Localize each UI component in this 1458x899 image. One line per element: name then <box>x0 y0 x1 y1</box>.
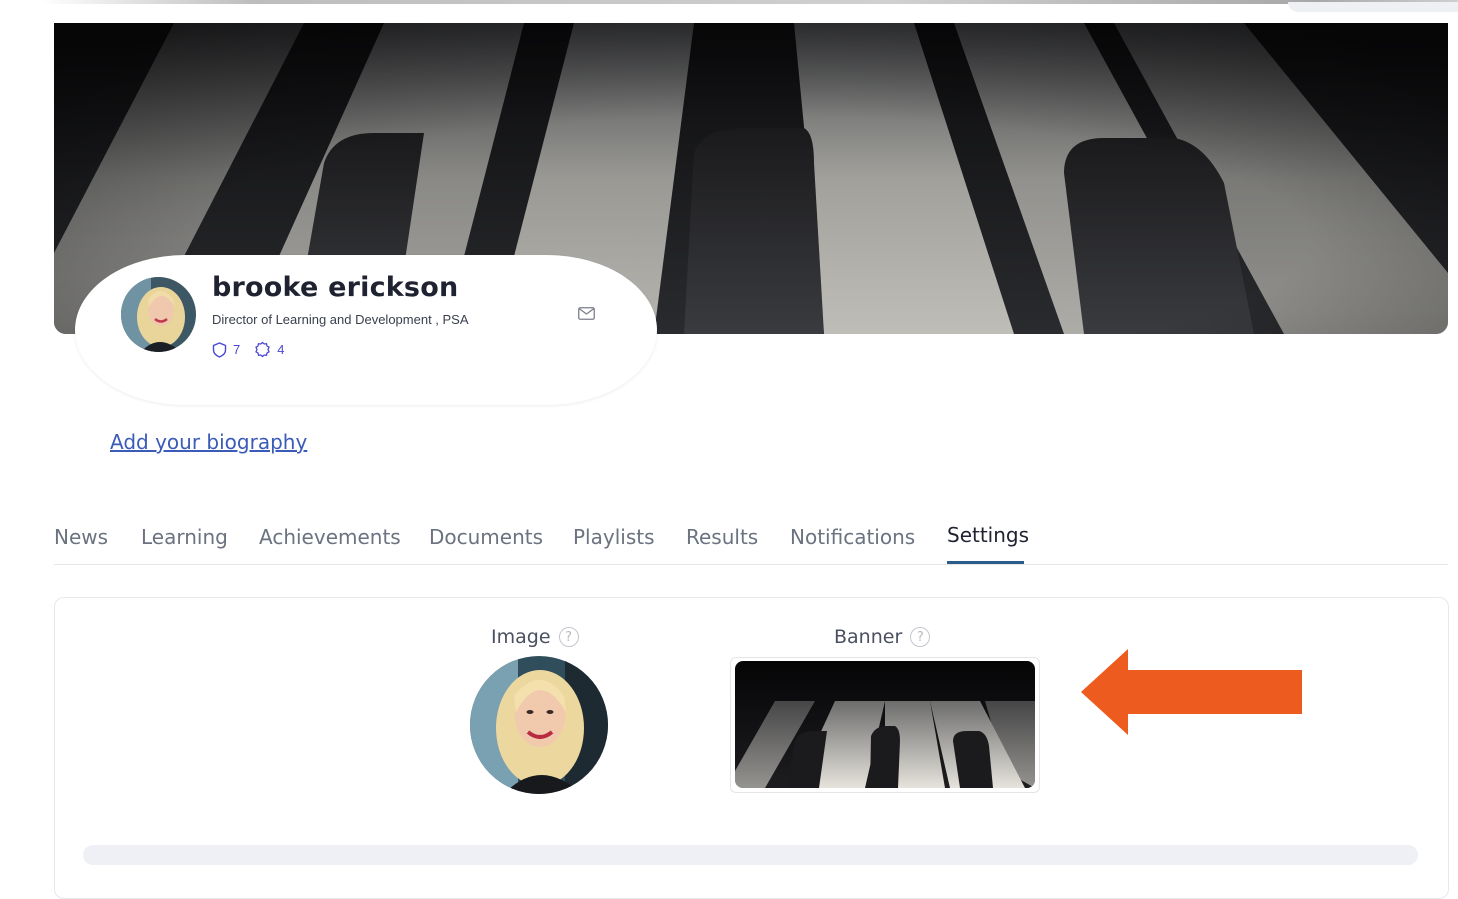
skills-count: 4 <box>277 342 285 357</box>
avatar-photo <box>121 277 196 352</box>
profile-card: brooke erickson Director of Learning and… <box>75 255 657 405</box>
active-tab-indicator <box>947 561 1024 564</box>
banner-field-label: Banner ? <box>834 626 931 648</box>
badges-count: 7 <box>233 342 241 357</box>
image-label: Image <box>491 626 551 648</box>
top-bar <box>0 0 1458 22</box>
profile-stats: 7 4 <box>212 341 298 358</box>
banner-image-upload[interactable] <box>730 657 1040 793</box>
shield-icon <box>212 341 227 358</box>
banner-image-preview <box>735 661 1035 788</box>
banner-help-icon[interactable]: ? <box>910 627 931 647</box>
image-help-icon[interactable]: ? <box>558 627 579 647</box>
mail-icon[interactable] <box>578 307 595 320</box>
info-strip <box>83 845 1418 865</box>
tab-achievements[interactable]: Achievements <box>259 525 401 549</box>
image-field-label: Image ? <box>491 626 579 648</box>
piano-thumbnail <box>735 661 1035 788</box>
profile-tabs: News Learning Achievements Documents Pla… <box>54 518 1448 565</box>
banner-label: Banner <box>834 626 903 648</box>
skills-stat[interactable]: 4 <box>254 341 284 358</box>
avatar[interactable] <box>121 277 196 352</box>
tab-playlists[interactable]: Playlists <box>573 525 655 549</box>
profile-job-title: Director of Learning and Development , P… <box>212 312 469 327</box>
annotation-arrow-icon <box>1081 649 1303 740</box>
gear-badge-icon <box>255 341 271 358</box>
profile-image-preview <box>470 656 608 794</box>
top-progress-line <box>40 0 1458 4</box>
tab-results[interactable]: Results <box>686 525 758 549</box>
badges-stat[interactable]: 7 <box>212 341 241 358</box>
top-right-pill <box>1288 2 1458 12</box>
profile-image-upload[interactable] <box>470 656 608 794</box>
profile-name: brooke erickson <box>212 272 459 303</box>
tab-learning[interactable]: Learning <box>141 525 228 549</box>
tab-notifications[interactable]: Notifications <box>790 525 915 549</box>
tab-news[interactable]: News <box>54 525 108 549</box>
tab-settings[interactable]: Settings <box>947 523 1029 547</box>
add-biography-link[interactable]: Add your biography <box>110 430 307 454</box>
tab-documents[interactable]: Documents <box>429 525 543 549</box>
